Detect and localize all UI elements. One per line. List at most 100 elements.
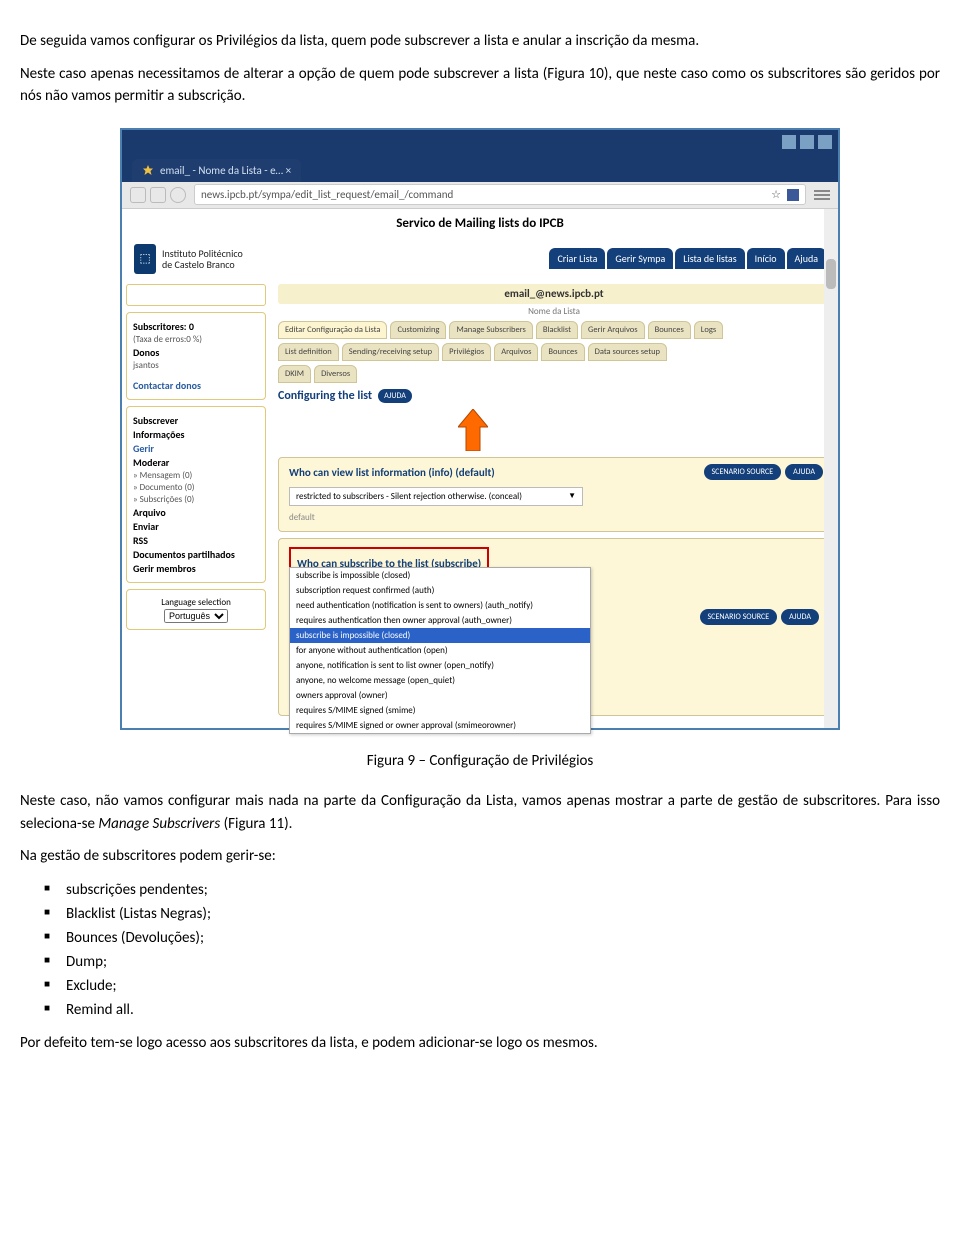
- help-badge[interactable]: AJUDA: [378, 389, 412, 403]
- language-panel: Language selection Português: [126, 589, 266, 630]
- forward-icon[interactable]: [150, 187, 166, 203]
- dropdown-option[interactable]: subscription request confirmed (auth): [290, 583, 590, 598]
- reload-icon[interactable]: [170, 187, 186, 203]
- content-area: email_@news.ipcb.pt Nome da Lista Editar…: [270, 280, 838, 728]
- tab-privilegios[interactable]: Privilégios: [442, 343, 491, 361]
- dropdown-option[interactable]: anyone, no welcome message (open_quiet): [290, 673, 590, 688]
- tab-title: email_ - Nome da Lista - e… ×: [160, 164, 291, 177]
- institution-logo-icon: ⬚: [134, 244, 156, 274]
- tab-list-definition[interactable]: List definition: [278, 343, 339, 361]
- intro-paragraph-2: Neste caso apenas necessitamos de altera…: [20, 63, 940, 108]
- dropdown-option[interactable]: requires S/MIME signed or owner approval…: [290, 718, 590, 733]
- dropdown-option[interactable]: need authentication (notification is sen…: [290, 598, 590, 613]
- url-text: news.ipcb.pt/sympa/edit_list_request/ema…: [201, 188, 453, 201]
- subscribe-dropdown-open[interactable]: subscribe is impossible (closed) subscri…: [289, 567, 591, 734]
- dropdown-option-selected[interactable]: subscribe is impossible (closed): [290, 628, 590, 643]
- scenario-badge[interactable]: SCENARIO SOURCE: [704, 464, 782, 480]
- nav-gerir[interactable]: Gerir Sympa: [607, 248, 673, 269]
- tab-gerir-arquivos[interactable]: Gerir Arquivos: [581, 321, 645, 339]
- sidebar-item[interactable]: RSS: [133, 534, 259, 547]
- list-email-bar: email_@news.ipcb.pt: [278, 284, 830, 304]
- sidebar-item[interactable]: Enviar: [133, 520, 259, 533]
- language-select[interactable]: Português: [164, 609, 228, 623]
- tab-editar[interactable]: Editar Configuração da Lista: [278, 321, 387, 339]
- help-badge[interactable]: AJUDA: [781, 609, 819, 625]
- screenshot-figure: email_ - Nome da Lista - e… × news.ipcb.…: [120, 128, 840, 730]
- tab-diversos[interactable]: Diversos: [314, 365, 357, 383]
- paragraph-3: Neste caso, não vamos configurar mais na…: [20, 790, 940, 835]
- sidebar: Subscritores: 0 (Taxa de erros:0 %) Dono…: [122, 280, 270, 728]
- maximize-icon[interactable]: [800, 135, 814, 149]
- scrollbar-thumb[interactable]: [826, 259, 836, 289]
- nav-criar[interactable]: Criar Lista: [549, 248, 605, 269]
- list-item: Blacklist (Listas Negras);: [66, 902, 940, 926]
- nav-inicio[interactable]: Início: [747, 248, 785, 269]
- chevron-down-icon: ▼: [568, 491, 576, 501]
- institution-name: Instituto Politécnico de Castelo Branco: [162, 248, 243, 270]
- tab-manage-subscribers[interactable]: Manage Subscribers: [449, 321, 532, 339]
- dropdown-option[interactable]: requires authentication then owner appro…: [290, 613, 590, 628]
- scrollbar[interactable]: [824, 209, 838, 728]
- sidebar-item-gerir[interactable]: Gerir: [133, 442, 259, 455]
- sidebar-actions: Subscrever Informações Gerir Moderar » M…: [126, 406, 266, 583]
- sidebar-item[interactable]: Arquivo: [133, 506, 259, 519]
- close-icon[interactable]: [818, 135, 832, 149]
- tab-customizing[interactable]: Customizing: [390, 321, 446, 339]
- browser-tabbar: email_ - Nome da Lista - e… ×: [122, 154, 838, 182]
- page-header: Servico de Mailing lists do IPCB: [122, 209, 838, 238]
- card-subscribe: SCENARIO SOURCE AJUDA Who can subscribe …: [278, 538, 830, 716]
- nav-ajuda[interactable]: Ajuda: [787, 248, 826, 269]
- sidebar-item[interactable]: Documentos partilhados: [133, 548, 259, 561]
- list-item: Bounces (Devoluções);: [66, 926, 940, 950]
- minimize-icon[interactable]: [782, 135, 796, 149]
- tab-logs[interactable]: Logs: [694, 321, 723, 339]
- help-badge[interactable]: AJUDA: [785, 464, 823, 480]
- sidebar-item[interactable]: Subscrever: [133, 414, 259, 427]
- dropdown-option[interactable]: for anyone without authentication (open): [290, 643, 590, 658]
- tab-data-sources[interactable]: Data sources setup: [588, 343, 667, 361]
- admin-tabs-row2: List definition Sending/receiving setup …: [278, 343, 830, 361]
- figure-caption: Figura 9 – Configuração de Privilégios: [20, 750, 940, 773]
- tab-sending[interactable]: Sending/receiving setup: [342, 343, 439, 361]
- tab-blacklist[interactable]: Blacklist: [536, 321, 578, 339]
- admin-tabs-row1: Editar Configuração da Lista Customizing…: [278, 321, 830, 339]
- browser-tab[interactable]: email_ - Nome da Lista - e… ×: [132, 159, 301, 182]
- dropdown-option[interactable]: subscribe is impossible (closed): [290, 568, 590, 583]
- paragraph-4: Na gestão de subscritores podem gerir-se…: [20, 845, 940, 868]
- tab-bounces2[interactable]: Bounces: [541, 343, 584, 361]
- scenario-badge[interactable]: SCENARIO SOURCE: [700, 609, 778, 625]
- list-item: Remind all.: [66, 998, 940, 1022]
- sidebar-item[interactable]: Informações: [133, 428, 259, 441]
- search-input[interactable]: [126, 284, 266, 306]
- nav-lista[interactable]: Lista de listas: [675, 248, 744, 269]
- info-dropdown[interactable]: restricted to subscribers - Silent rejec…: [289, 487, 583, 506]
- url-input[interactable]: news.ipcb.pt/sympa/edit_list_request/ema…: [194, 184, 806, 205]
- bookmark-star-icon[interactable]: ☆: [771, 188, 781, 201]
- dropdown-option[interactable]: owners approval (owner): [290, 688, 590, 703]
- sidebar-item[interactable]: Moderar: [133, 456, 259, 469]
- window-titlebar: [122, 130, 838, 154]
- main-nav: Criar Lista Gerir Sympa Lista de listas …: [549, 248, 826, 269]
- card-info: SCENARIO SOURCE AJUDA Who can view list …: [278, 457, 830, 532]
- sidebar-subscribers: Subscritores: 0 (Taxa de erros:0 %) Dono…: [126, 312, 266, 400]
- configuring-title: Configuring the list: [278, 389, 372, 403]
- dropdown-option[interactable]: anyone, notification is sent to list own…: [290, 658, 590, 673]
- tab-arquivos[interactable]: Arquivos: [494, 343, 538, 361]
- sidebar-item[interactable]: Gerir membros: [133, 562, 259, 575]
- back-icon[interactable]: [130, 187, 146, 203]
- annotation-arrow-icon: [458, 409, 488, 451]
- service-title: Servico de Mailing lists do IPCB: [396, 216, 563, 231]
- bullet-list: subscrições pendentes; Blacklist (Listas…: [20, 878, 940, 1022]
- contact-owners-link[interactable]: Contactar donos: [133, 379, 259, 392]
- tab-dkim[interactable]: DKIM: [278, 365, 311, 383]
- list-item: subscrições pendentes;: [66, 878, 940, 902]
- admin-tabs-row3: DKIM Diversos: [278, 365, 830, 383]
- default-label: default: [289, 512, 819, 523]
- tab-bounces[interactable]: Bounces: [648, 321, 691, 339]
- favicon-star-icon: [142, 164, 154, 176]
- dropdown-option[interactable]: requires S/MIME signed (smime): [290, 703, 590, 718]
- address-bar: news.ipcb.pt/sympa/edit_list_request/ema…: [122, 182, 838, 209]
- fb-icon[interactable]: [787, 189, 799, 201]
- paragraph-5: Por defeito tem-se logo acesso aos subsc…: [20, 1032, 940, 1055]
- hamburger-icon[interactable]: [814, 188, 830, 202]
